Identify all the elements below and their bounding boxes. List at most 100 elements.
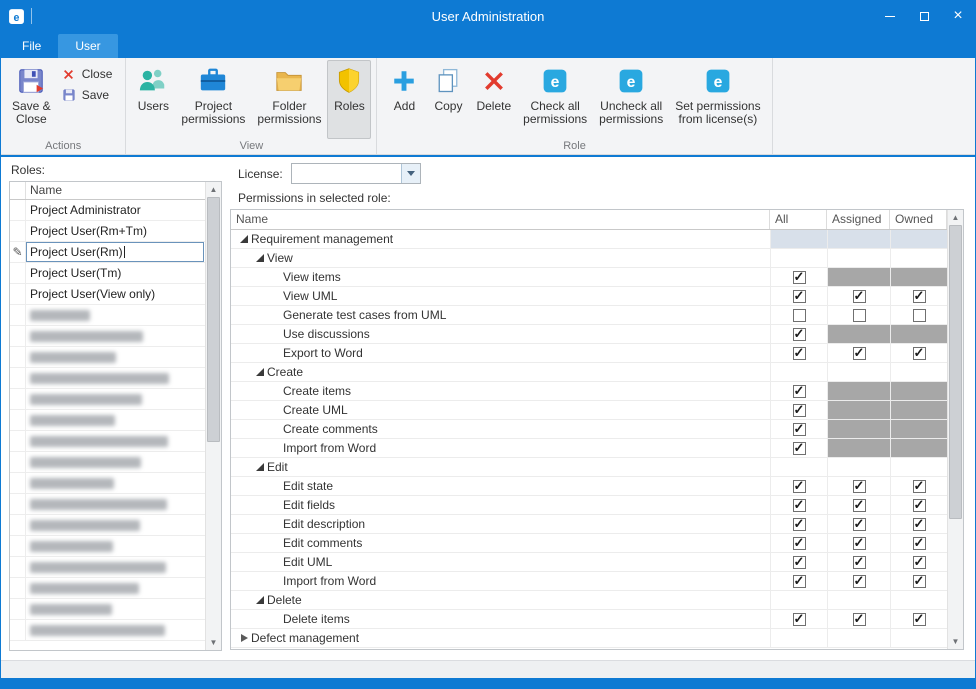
checkbox-all-checked[interactable] <box>793 271 806 284</box>
set-permissions-from-license-button[interactable]: e Set permissions from license(s) <box>669 60 766 139</box>
users-button[interactable]: Users <box>131 60 175 139</box>
role-row-redacted[interactable] <box>10 368 205 389</box>
checkbox-all-checked[interactable] <box>793 442 806 455</box>
expander-collapsed-icon[interactable] <box>237 631 251 645</box>
expander-expanded-icon[interactable] <box>237 232 251 246</box>
column-header-assigned[interactable]: Assigned <box>827 210 890 229</box>
permission-name-cell[interactable]: Use discussions <box>231 325 770 343</box>
checkbox-owned-unchecked[interactable] <box>913 309 926 322</box>
role-row-redacted[interactable] <box>10 326 205 347</box>
checkbox-assigned-checked[interactable] <box>853 518 866 531</box>
checkbox-owned-checked[interactable] <box>913 290 926 303</box>
permission-name-cell[interactable]: Edit description <box>231 515 770 533</box>
permission-name-cell[interactable]: Edit comments <box>231 534 770 552</box>
cell-owned[interactable] <box>890 610 947 628</box>
role-row[interactable]: Project Administrator <box>10 200 205 221</box>
role-row-redacted[interactable] <box>10 620 205 641</box>
copy-button[interactable]: Copy <box>426 60 470 139</box>
permission-name-cell[interactable]: Edit state <box>231 477 770 495</box>
permission-name-cell[interactable]: Create comments <box>231 420 770 438</box>
cell-all[interactable] <box>770 268 827 286</box>
cell-owned[interactable] <box>890 515 947 533</box>
role-row[interactable]: ✎Project User(Rm) <box>10 242 205 263</box>
permission-row[interactable]: Edit UML <box>231 553 947 572</box>
save-and-close-button[interactable]: Save & Close <box>6 60 57 139</box>
add-button[interactable]: Add <box>382 60 426 139</box>
permission-row[interactable]: Generate test cases from UML <box>231 306 947 325</box>
roles-name-column-header[interactable]: Name <box>26 182 205 199</box>
permission-name-cell[interactable]: Requirement management <box>231 230 770 248</box>
column-header-owned[interactable]: Owned <box>890 210 947 229</box>
role-row[interactable]: Project User(Tm) <box>10 263 205 284</box>
permission-row[interactable]: View items <box>231 268 947 287</box>
role-row-redacted[interactable] <box>10 578 205 599</box>
cell-assigned[interactable] <box>827 344 890 362</box>
checkbox-all-checked[interactable] <box>793 290 806 303</box>
permission-row[interactable]: Defect management <box>231 629 947 648</box>
cell-owned[interactable] <box>890 553 947 571</box>
permission-row[interactable]: Create items <box>231 382 947 401</box>
close-action-button[interactable]: Close <box>59 65 121 83</box>
scroll-down-icon[interactable]: ▼ <box>948 634 963 649</box>
cell-all[interactable] <box>770 439 827 457</box>
close-window-button[interactable]: × <box>941 0 975 32</box>
uncheck-all-permissions-button[interactable]: e Uncheck all permissions <box>593 60 669 139</box>
roles-scrollbar[interactable]: ▲ ▼ <box>205 182 221 650</box>
cell-all[interactable] <box>770 287 827 305</box>
expander-expanded-icon[interactable] <box>253 460 267 474</box>
permission-row[interactable]: Edit fields <box>231 496 947 515</box>
cell-all[interactable] <box>770 534 827 552</box>
role-row[interactable]: Project User(Rm+Tm) <box>10 221 205 242</box>
column-header-name[interactable]: Name <box>231 210 770 229</box>
permission-row[interactable]: Edit description <box>231 515 947 534</box>
cell-assigned[interactable] <box>827 572 890 590</box>
license-combobox-value[interactable] <box>292 164 401 183</box>
cell-all[interactable] <box>770 572 827 590</box>
expander-expanded-icon[interactable] <box>253 593 267 607</box>
checkbox-all-checked[interactable] <box>793 518 806 531</box>
permission-name-cell[interactable]: Export to Word <box>231 344 770 362</box>
expander-expanded-icon[interactable] <box>253 365 267 379</box>
role-row-redacted[interactable] <box>10 557 205 578</box>
cell-owned[interactable] <box>890 477 947 495</box>
checkbox-all-checked[interactable] <box>793 423 806 436</box>
checkbox-all-checked[interactable] <box>793 556 806 569</box>
role-row[interactable]: Project User(View only) <box>10 284 205 305</box>
permission-name-cell[interactable]: Defect management <box>231 629 770 647</box>
minimize-button[interactable] <box>873 0 907 32</box>
cell-all[interactable] <box>770 477 827 495</box>
permission-row[interactable]: Create comments <box>231 420 947 439</box>
license-combobox[interactable] <box>291 163 421 184</box>
cell-assigned[interactable] <box>827 287 890 305</box>
checkbox-owned-checked[interactable] <box>913 537 926 550</box>
cell-all[interactable] <box>770 401 827 419</box>
checkbox-all-checked[interactable] <box>793 347 806 360</box>
permission-row[interactable]: View UML <box>231 287 947 306</box>
column-header-all[interactable]: All <box>770 210 827 229</box>
role-row-redacted[interactable] <box>10 431 205 452</box>
cell-assigned[interactable] <box>827 496 890 514</box>
permissions-scrollbar-track[interactable] <box>948 225 963 634</box>
permissions-scrollbar-thumb[interactable] <box>949 225 962 519</box>
permission-row[interactable]: View <box>231 249 947 268</box>
permission-row[interactable]: Use discussions <box>231 325 947 344</box>
checkbox-owned-checked[interactable] <box>913 499 926 512</box>
permission-name-cell[interactable]: Create UML <box>231 401 770 419</box>
permission-name-cell[interactable]: Delete <box>231 591 770 609</box>
permission-name-cell[interactable]: View items <box>231 268 770 286</box>
roles-button[interactable]: Roles <box>327 60 371 139</box>
checkbox-all-checked[interactable] <box>793 537 806 550</box>
checkbox-assigned-checked[interactable] <box>853 290 866 303</box>
checkbox-assigned-checked[interactable] <box>853 537 866 550</box>
scroll-up-icon[interactable]: ▲ <box>948 210 963 225</box>
role-row-redacted[interactable] <box>10 410 205 431</box>
cell-all[interactable] <box>770 515 827 533</box>
cell-owned[interactable] <box>890 306 947 324</box>
permission-name-cell[interactable]: View <box>231 249 770 267</box>
cell-assigned[interactable] <box>827 515 890 533</box>
check-all-permissions-button[interactable]: e Check all permissions <box>517 60 593 139</box>
role-row-redacted[interactable] <box>10 536 205 557</box>
permission-row[interactable]: Create UML <box>231 401 947 420</box>
checkbox-assigned-checked[interactable] <box>853 499 866 512</box>
checkbox-owned-checked[interactable] <box>913 613 926 626</box>
